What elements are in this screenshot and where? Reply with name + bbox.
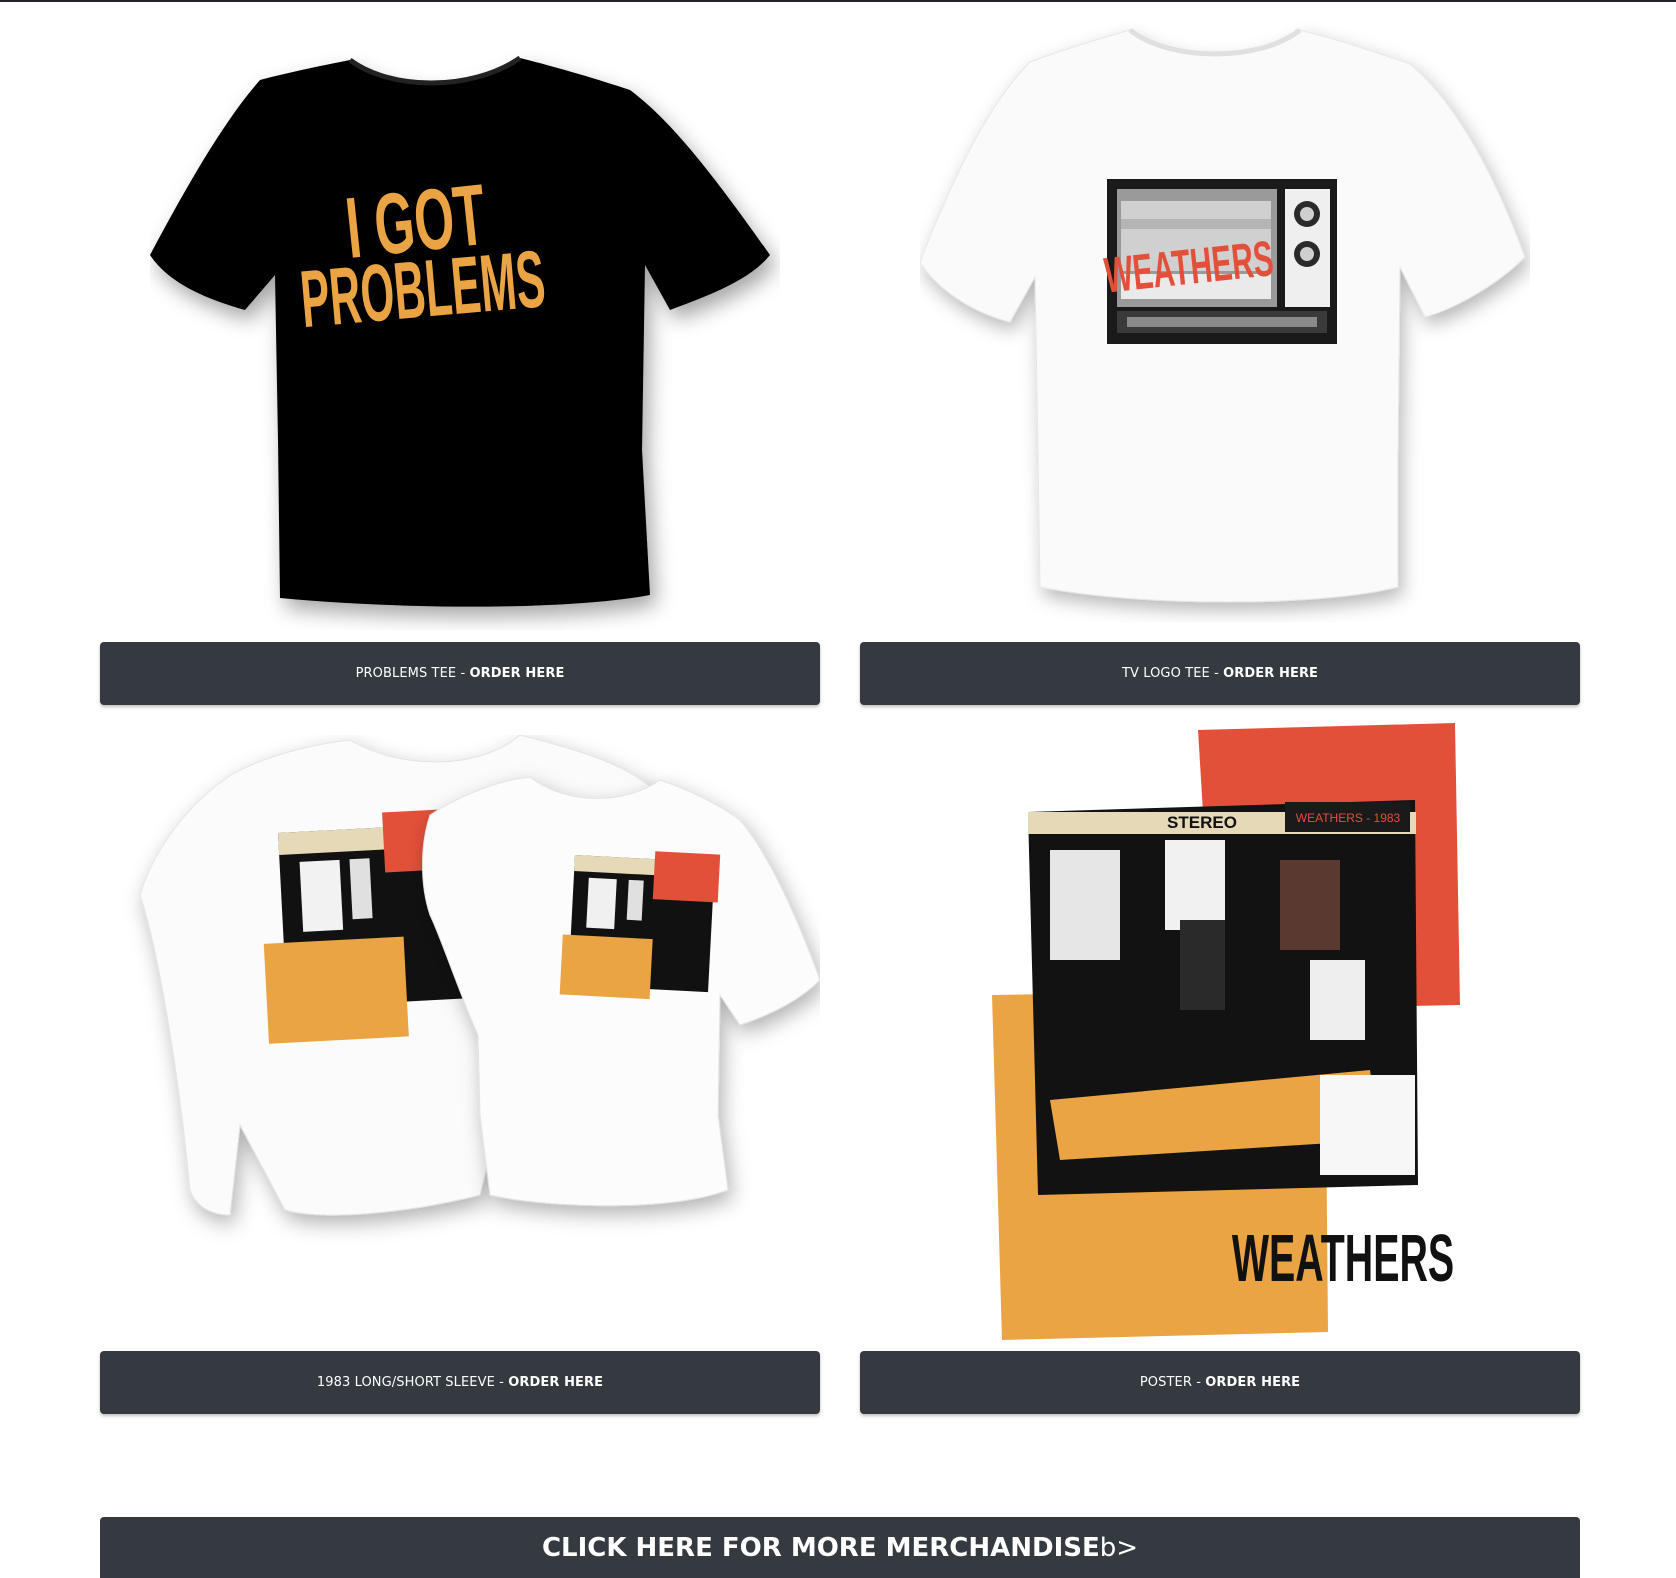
problems-tee-label: PROBLEMS TEE — [355, 666, 457, 681]
top-border — [0, 0, 1676, 2]
tv-logo-tee-image[interactable]: WEATHERS — [919, 22, 1530, 622]
label-separator: - — [1209, 666, 1224, 681]
poster-photo-panel: STEREO WEATHERS - 1983 — [1028, 800, 1418, 1195]
problems-tee-image[interactable]: I GOT PROBLEMS — [150, 50, 780, 630]
order-here-link[interactable]: ORDER HERE — [470, 666, 565, 681]
tv-graphic: WEATHERS — [1102, 179, 1337, 344]
order-here-link[interactable]: ORDER HERE — [1223, 666, 1318, 681]
more-merchandise-tail: b> — [1099, 1532, 1139, 1563]
poster-image[interactable]: STEREO WEATHERS - 1983 WEATHERS — [990, 720, 1460, 1350]
order-here-link[interactable]: ORDER HERE — [508, 1375, 603, 1390]
poster-year-text: WEATHERS - 1983 — [1296, 811, 1401, 825]
tv-logo-tee-order-button[interactable]: TV LOGO TEE - ORDER HERE — [860, 642, 1580, 705]
poster-label: POSTER — [1139, 1375, 1192, 1390]
1983-sleeve-label: 1983 LONG/SHORT SLEEVE — [316, 1375, 495, 1390]
short-sleeve-print — [559, 851, 721, 1000]
poster-order-button[interactable]: POSTER - ORDER HERE — [860, 1351, 1580, 1414]
label-separator: - — [494, 1375, 509, 1390]
more-merchandise-label: CLICK HERE FOR MORE MERCHANDISE — [541, 1532, 1100, 1563]
label-separator: - — [456, 666, 470, 681]
problems-tee-order-button[interactable]: PROBLEMS TEE - ORDER HERE — [100, 642, 820, 705]
poster-band-name: WEATHERS — [1232, 1220, 1454, 1296]
tv-logo-tee-label: TV LOGO TEE — [1121, 666, 1210, 681]
1983-sleeve-order-button[interactable]: 1983 LONG/SHORT SLEEVE - ORDER HERE — [100, 1351, 820, 1414]
poster-stereo-text: STEREO — [1167, 813, 1237, 832]
1983-sleeve-image[interactable] — [100, 734, 821, 1295]
order-here-link[interactable]: ORDER HERE — [1205, 1375, 1300, 1390]
label-separator: - — [1191, 1375, 1206, 1390]
more-merchandise-button[interactable]: CLICK HERE FOR MORE MERCHANDISE b> — [100, 1517, 1580, 1578]
